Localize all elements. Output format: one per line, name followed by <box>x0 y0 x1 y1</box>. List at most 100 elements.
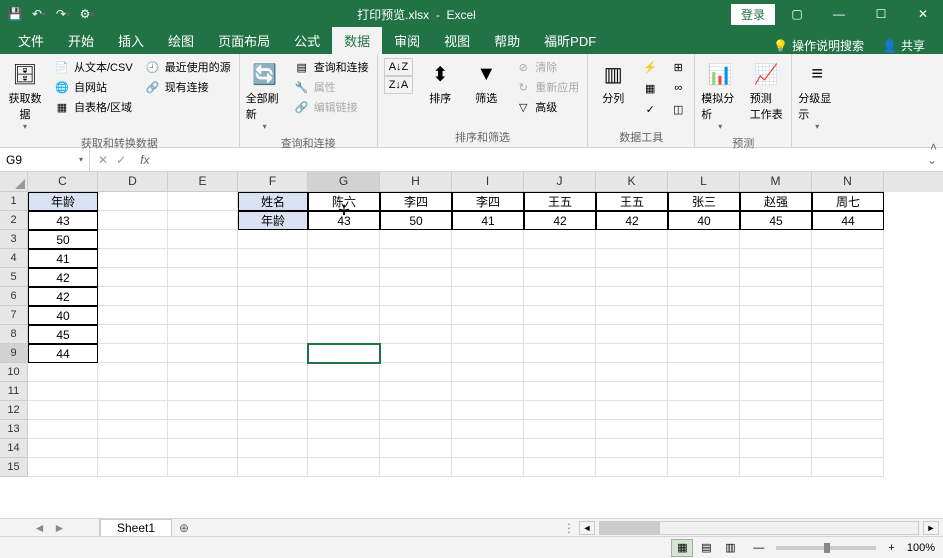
cell-E6[interactable] <box>168 287 238 306</box>
close-icon[interactable]: ✕ <box>903 0 943 28</box>
cell-K8[interactable] <box>596 325 668 344</box>
from-table-button[interactable]: ▦自表格/区域 <box>52 98 135 116</box>
add-sheet-button[interactable]: ⊕ <box>172 519 196 536</box>
cell-N13[interactable] <box>812 420 884 439</box>
normal-view-button[interactable]: ▦ <box>671 539 693 557</box>
cell-E4[interactable] <box>168 249 238 268</box>
cell-K7[interactable] <box>596 306 668 325</box>
enter-formula-icon[interactable]: ✓ <box>116 153 126 167</box>
edit-links-button[interactable]: 🔗编辑链接 <box>292 98 371 116</box>
cell-J5[interactable] <box>524 268 596 287</box>
cell-H5[interactable] <box>380 268 452 287</box>
cell-M11[interactable] <box>740 382 812 401</box>
cell-K1[interactable]: 王五 <box>596 192 668 211</box>
expand-formula-bar-icon[interactable]: ⌄ <box>921 153 943 167</box>
row-header[interactable]: 13 <box>0 420 28 439</box>
cell-E1[interactable] <box>168 192 238 211</box>
cell-E7[interactable] <box>168 306 238 325</box>
cell-C14[interactable] <box>28 439 98 458</box>
cell-G13[interactable] <box>308 420 380 439</box>
prev-sheet-icon[interactable]: ◄ <box>34 521 46 535</box>
save-icon[interactable]: 💾 <box>6 5 24 23</box>
cell-C15[interactable] <box>28 458 98 477</box>
row-header[interactable]: 5 <box>0 268 28 287</box>
cell-I1[interactable]: 李四 <box>452 192 524 211</box>
cell-N4[interactable] <box>812 249 884 268</box>
data-validation-button[interactable]: ✓ <box>640 100 660 118</box>
cell-J3[interactable] <box>524 230 596 249</box>
cell-L14[interactable] <box>668 439 740 458</box>
sheet-nav[interactable]: ◄ ► <box>0 519 100 536</box>
from-csv-button[interactable]: 📄从文本/CSV <box>52 58 135 76</box>
consolidate-button[interactable]: ⊞ <box>668 58 688 76</box>
cell-J4[interactable] <box>524 249 596 268</box>
name-box[interactable]: G9 ▾ <box>0 148 90 171</box>
cell-C5[interactable]: 42 <box>28 268 98 287</box>
cell-C9[interactable]: 44 <box>28 344 98 363</box>
cell-M12[interactable] <box>740 401 812 420</box>
tab-home[interactable]: 开始 <box>56 27 106 54</box>
cell-H15[interactable] <box>380 458 452 477</box>
scroll-right-button[interactable]: ► <box>923 521 939 535</box>
tab-view[interactable]: 视图 <box>432 27 482 54</box>
cell-K12[interactable] <box>596 401 668 420</box>
row-header[interactable]: 1 <box>0 192 28 211</box>
cell-L7[interactable] <box>668 306 740 325</box>
cell-G6[interactable] <box>308 287 380 306</box>
col-header-M[interactable]: M <box>740 172 812 192</box>
cell-F10[interactable] <box>238 363 308 382</box>
cell-H4[interactable] <box>380 249 452 268</box>
queries-conn-button[interactable]: ▤查询和连接 <box>292 58 371 76</box>
cell-M14[interactable] <box>740 439 812 458</box>
cell-E12[interactable] <box>168 401 238 420</box>
spreadsheet-grid[interactable]: CDEFGHIJKLMN 1年龄姓名陈六李四李四王五王五张三赵强周七243年龄4… <box>0 172 943 518</box>
cell-H2[interactable]: 50 <box>380 211 452 230</box>
cell-J9[interactable] <box>524 344 596 363</box>
cell-D7[interactable] <box>98 306 168 325</box>
select-all-corner[interactable] <box>0 172 28 192</box>
sheet-tab[interactable]: Sheet1 <box>100 519 172 536</box>
clear-filter-button[interactable]: ⊘清除 <box>513 58 581 76</box>
col-header-F[interactable]: F <box>238 172 308 192</box>
cell-L13[interactable] <box>668 420 740 439</box>
cell-L2[interactable]: 40 <box>668 211 740 230</box>
cell-K4[interactable] <box>596 249 668 268</box>
tab-draw[interactable]: 绘图 <box>156 27 206 54</box>
cell-E8[interactable] <box>168 325 238 344</box>
forecast-sheet-button[interactable]: 📈 预测 工作表 <box>745 56 787 124</box>
refresh-all-button[interactable]: 🔄 全部刷新 ▾ <box>244 56 286 133</box>
cell-M10[interactable] <box>740 363 812 382</box>
cell-D5[interactable] <box>98 268 168 287</box>
what-if-button[interactable]: 📊 模拟分析 ▾ <box>699 56 741 133</box>
cell-H6[interactable] <box>380 287 452 306</box>
cell-G3[interactable] <box>308 230 380 249</box>
existing-conn-button[interactable]: 🔗现有连接 <box>143 78 233 96</box>
cell-N8[interactable] <box>812 325 884 344</box>
cell-E13[interactable] <box>168 420 238 439</box>
cell-K3[interactable] <box>596 230 668 249</box>
cell-F3[interactable] <box>238 230 308 249</box>
cell-F7[interactable] <box>238 306 308 325</box>
cell-C10[interactable] <box>28 363 98 382</box>
page-break-button[interactable]: ▥ <box>719 539 741 557</box>
next-sheet-icon[interactable]: ► <box>54 521 66 535</box>
collapse-ribbon-icon[interactable]: ˄ <box>930 140 937 154</box>
cell-F15[interactable] <box>238 458 308 477</box>
cell-N2[interactable]: 44 <box>812 211 884 230</box>
cell-I11[interactable] <box>452 382 524 401</box>
cell-F11[interactable] <box>238 382 308 401</box>
text-to-columns-button[interactable]: ▥ 分列 <box>592 56 634 108</box>
filter-button[interactable]: ▼ 筛选 <box>465 56 507 108</box>
col-header-L[interactable]: L <box>668 172 740 192</box>
cell-F14[interactable] <box>238 439 308 458</box>
cell-N10[interactable] <box>812 363 884 382</box>
page-layout-button[interactable]: ▤ <box>695 539 717 557</box>
cell-I10[interactable] <box>452 363 524 382</box>
col-header-C[interactable]: C <box>28 172 98 192</box>
login-button[interactable]: 登录 <box>731 4 775 25</box>
cell-I15[interactable] <box>452 458 524 477</box>
formula-input[interactable] <box>155 152 920 167</box>
cell-D1[interactable] <box>98 192 168 211</box>
cell-M9[interactable] <box>740 344 812 363</box>
cell-D14[interactable] <box>98 439 168 458</box>
